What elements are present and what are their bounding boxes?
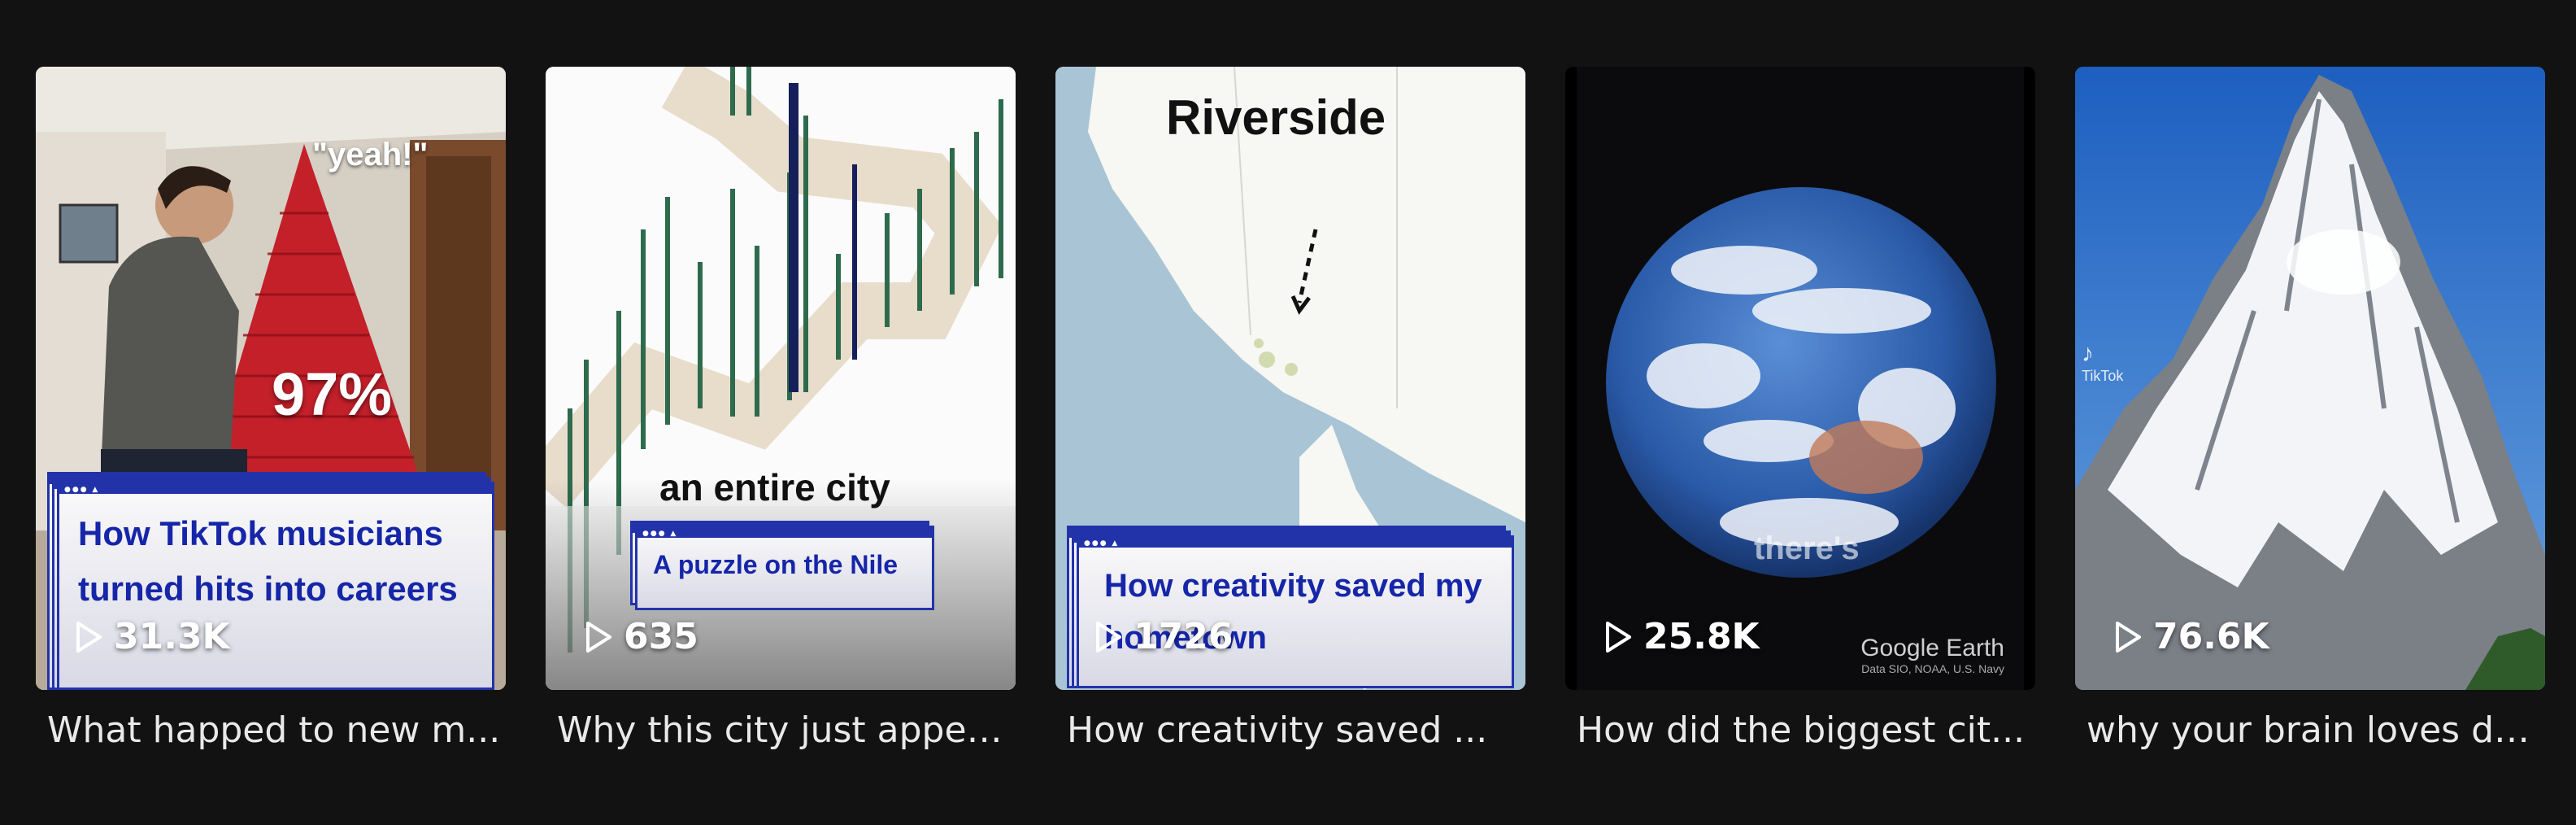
- video-card-4[interactable]: there's Google Earth Data SIO, NOAA, U.S…: [1565, 67, 2035, 751]
- video-thumbnail[interactable]: 97% "yeah!" ●●● ▲ ●●● ▲ ●●● ▲ How TikTok…: [36, 67, 506, 690]
- thumbnail-image: [2075, 67, 2545, 690]
- play-icon: [1606, 621, 1631, 653]
- overlay-percent: 97%: [272, 360, 393, 428]
- view-count: 25.8K: [1604, 616, 1760, 657]
- video-thumbnail[interactable]: ♪ TikTok 76.6K: [2075, 67, 2545, 690]
- video-thumbnail[interactable]: there's Google Earth Data SIO, NOAA, U.S…: [1565, 67, 2035, 690]
- view-count-value: 76.6K: [2153, 616, 2269, 657]
- google-earth-watermark: Google Earth Data SIO, NOAA, U.S. Navy: [1860, 635, 2004, 675]
- view-count-value: 1726: [1134, 616, 1234, 657]
- title-card: ●●● ▲ ●●● ▲ ●●● ▲ How creativity saved m…: [1067, 526, 1522, 688]
- video-caption[interactable]: How did the biggest cit...: [1577, 709, 2032, 753]
- video-thumbnail[interactable]: Riverside ●●● ▲ ●●● ▲ ●●● ▲ How creativi…: [1055, 67, 1525, 690]
- video-caption[interactable]: What happed to new m...: [47, 709, 503, 753]
- overlay-subtitle: there's: [1754, 530, 1860, 566]
- video-grid: 97% "yeah!" ●●● ▲ ●●● ▲ ●●● ▲ How TikTok…: [36, 67, 2545, 766]
- view-count-value: 31.3K: [114, 616, 230, 657]
- watermark-text: TikTok: [2082, 368, 2124, 384]
- play-icon: [586, 621, 611, 653]
- play-icon: [76, 621, 102, 653]
- video-caption[interactable]: Why this city just appea...: [557, 709, 1012, 753]
- title-card-text: A puzzle on the Nile: [653, 550, 899, 579]
- video-caption[interactable]: why your brain loves da...: [2086, 709, 2542, 753]
- video-card-3[interactable]: Riverside ●●● ▲ ●●● ▲ ●●● ▲ How creativi…: [1055, 67, 1525, 751]
- watermark-credit: Data SIO, NOAA, U.S. Navy: [1861, 662, 2004, 675]
- overlay-text: an entire city: [659, 466, 890, 509]
- view-count-value: 25.8K: [1643, 616, 1760, 657]
- video-card-5[interactable]: ♪ TikTok 76.6K why your brain loves da..…: [2075, 67, 2545, 751]
- view-count: 76.6K: [2114, 616, 2269, 657]
- view-count: 1726: [1094, 616, 1233, 657]
- video-thumbnail[interactable]: an entire city ●●● ▲ ●●● ▲ A puzzle on t…: [546, 67, 1016, 690]
- play-icon: [2116, 621, 2141, 653]
- watermark-text: Google Earth: [1860, 635, 2004, 661]
- thumbnail-image: [1565, 67, 2035, 690]
- title-card: ●●● ▲ ●●● ▲ A puzzle on the Nile: [630, 521, 939, 610]
- view-count: 31.3K: [75, 616, 230, 657]
- view-count-value: 635: [624, 616, 698, 657]
- overlay-quote: "yeah!": [312, 137, 429, 172]
- title-card-text: How TikTok musicians turned hits into ca…: [78, 514, 458, 608]
- video-card-2[interactable]: an entire city ●●● ▲ ●●● ▲ A puzzle on t…: [546, 67, 1016, 751]
- video-caption[interactable]: How creativity saved ...: [1067, 709, 1522, 753]
- video-card-1[interactable]: 97% "yeah!" ●●● ▲ ●●● ▲ ●●● ▲ How TikTok…: [36, 67, 506, 751]
- overlay-title: Riverside: [1166, 90, 1386, 145]
- play-icon: [1096, 621, 1121, 653]
- tiktok-watermark: ♪ TikTok: [2082, 340, 2123, 385]
- view-count: 635: [585, 616, 698, 657]
- tiktok-logo-icon: ♪: [2082, 340, 2094, 367]
